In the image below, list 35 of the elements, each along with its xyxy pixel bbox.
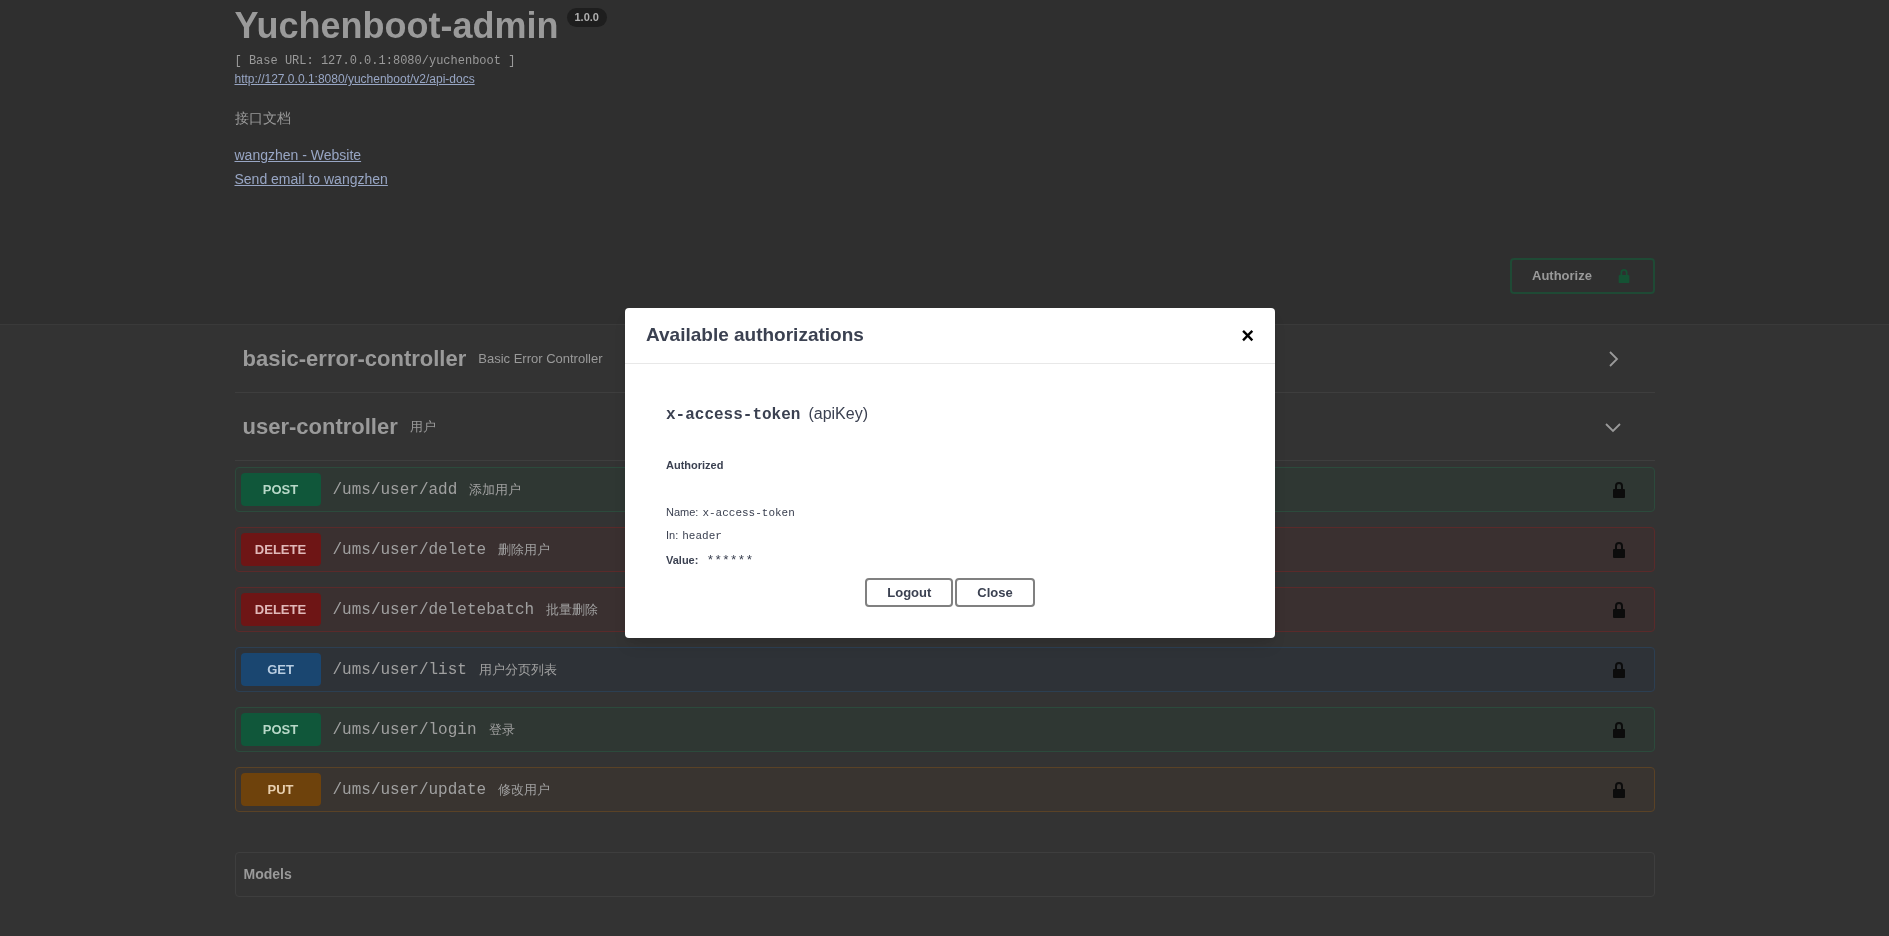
auth-status: Authorized xyxy=(666,458,725,473)
operation-summary: 批量删除 xyxy=(546,600,599,619)
operation-path: /ums/user/login xyxy=(332,719,477,741)
operation-path: /ums/user/add xyxy=(332,479,458,501)
in-value: header xyxy=(682,529,722,544)
operation-summary: 用户分页列表 xyxy=(478,660,557,679)
token-value: ****** xyxy=(706,551,754,570)
method-badge: POST xyxy=(240,713,321,746)
method-badge: POST xyxy=(240,473,321,506)
name-value: x-access-token xyxy=(702,505,795,521)
name-label: Name: xyxy=(666,504,699,520)
version-tag: 1.0.0 xyxy=(566,8,607,27)
api-description: 接口文档 xyxy=(234,109,292,128)
method-badge: DELETE xyxy=(240,593,321,626)
models-title: Models xyxy=(243,865,292,884)
operation-summary: 修改用户 xyxy=(498,780,551,799)
method-badge: GET xyxy=(240,653,321,686)
scheme-name: x-access-token xyxy=(666,405,801,426)
operation-path: /ums/user/list xyxy=(332,659,467,681)
operation-summary: 删除用户 xyxy=(498,540,551,559)
base-url: [ Base URL: 127.0.0.1:8080/yuchenboot ] xyxy=(234,53,517,70)
scheme-type: (apiKey) xyxy=(808,404,868,424)
operation-path: /ums/user/deletebatch xyxy=(332,599,535,621)
dialog-title: Available authorizations xyxy=(646,323,864,348)
operation-path: /ums/user/update xyxy=(332,779,487,801)
operation-summary: 登录 xyxy=(488,720,515,739)
api-title: Yuchenboot-admin xyxy=(234,4,559,48)
method-badge: DELETE xyxy=(240,533,321,566)
in-label: In: xyxy=(666,528,679,543)
method-badge: PUT xyxy=(240,773,321,806)
value-label: Value: xyxy=(666,552,699,568)
tag-description: Basic Error Controller xyxy=(478,349,603,368)
tag-description: 用户 xyxy=(409,417,436,436)
operation-summary: 添加用户 xyxy=(469,480,522,499)
operation-path: /ums/user/delete xyxy=(332,539,487,561)
